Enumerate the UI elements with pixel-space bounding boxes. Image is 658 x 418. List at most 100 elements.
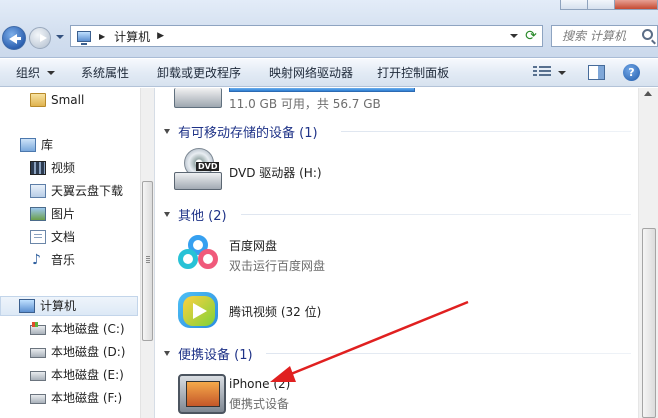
address-field[interactable]: ▶ 计算机 ▶ ⟳: [70, 25, 543, 47]
close-button[interactable]: [614, 0, 658, 10]
drive-icon: [30, 394, 46, 404]
uninstall-program-button[interactable]: 卸载或更改程序: [149, 59, 249, 87]
collapse-icon: [164, 129, 170, 134]
group-header-portable[interactable]: 便携设备 (1): [164, 344, 253, 363]
music-icon: [30, 250, 46, 270]
dvd-drive-icon[interactable]: DVD: [174, 148, 222, 192]
scroll-up-icon[interactable]: [644, 91, 652, 96]
nav-label: 本地磁盘 (E:): [51, 368, 124, 382]
group-title: 便携设备 (1): [178, 348, 253, 363]
nav-label: 天翼云盘下载: [51, 184, 124, 198]
content-scroll-thumb[interactable]: [642, 228, 656, 418]
help-icon[interactable]: ?: [623, 64, 640, 81]
logo-ring: [198, 249, 218, 269]
portable-device-icon[interactable]: [178, 374, 226, 414]
nav-label: 库: [41, 138, 54, 152]
play-icon: [193, 303, 207, 319]
minimize-button[interactable]: [560, 0, 588, 10]
nav-item-videos[interactable]: 视频: [30, 158, 75, 178]
nav-item-pictures[interactable]: 图片: [30, 204, 75, 224]
navigation-pane: Small 库 视频 天翼云盘下载 图片 文档 音乐 计算机 本地磁盘 (C:)…: [0, 88, 155, 418]
window-controls: [560, 0, 658, 10]
open-control-panel-button[interactable]: 打开控制面板: [369, 59, 457, 87]
computer-icon: [19, 299, 35, 313]
map-network-drive-button[interactable]: 映射网络驱动器: [261, 59, 361, 87]
breadcrumb-computer[interactable]: 计算机: [114, 28, 150, 45]
nav-label: 文档: [51, 230, 76, 244]
organize-button[interactable]: 组织: [0, 59, 63, 87]
iphone-device-type: 便携式设备: [229, 397, 290, 411]
nav-item-drive-f[interactable]: 本地磁盘 (F:): [30, 388, 122, 408]
nav-label: 计算机: [40, 299, 77, 313]
group-header-other[interactable]: 其他 (2): [164, 205, 227, 224]
group-divider: [341, 131, 631, 132]
content-scrollbar[interactable]: [638, 88, 658, 418]
nav-item-documents[interactable]: 文档: [30, 227, 75, 247]
refresh-icon[interactable]: ⟳: [523, 28, 539, 44]
nav-label: 音乐: [51, 253, 76, 267]
drive-icon: [30, 348, 46, 358]
nav-item-drive-d[interactable]: 本地磁盘 (D:): [30, 342, 125, 362]
baidu-netdisk-description: 双击运行百度网盘: [229, 259, 326, 273]
navigation-scroll-thumb[interactable]: [142, 181, 153, 341]
group-divider: [241, 214, 631, 215]
download-folder-icon: [30, 184, 46, 198]
nav-label: 本地磁盘 (F:): [51, 391, 123, 405]
logo-ring: [178, 249, 198, 269]
collapse-icon: [164, 351, 170, 356]
tencent-video-icon[interactable]: [178, 290, 218, 330]
iphone-device-name[interactable]: iPhone (2): [229, 377, 290, 391]
hard-drive-icon[interactable]: [174, 88, 222, 108]
folder-icon: [30, 93, 46, 107]
baidu-netdisk-name[interactable]: 百度网盘: [229, 237, 277, 254]
drive-icon: [30, 371, 46, 381]
address-bar-area: ▶ 计算机 ▶ ⟳ 搜索 计算机: [0, 0, 658, 58]
search-input[interactable]: 搜索 计算机: [551, 25, 658, 47]
nav-label: Small: [51, 93, 85, 107]
search-icon[interactable]: [642, 29, 653, 40]
nav-item-drive-e[interactable]: 本地磁盘 (E:): [30, 365, 124, 385]
nav-item-tianyi-download[interactable]: 天翼云盘下载: [30, 181, 123, 201]
maximize-button[interactable]: [587, 0, 615, 10]
library-icon: [20, 138, 36, 152]
organize-label: 组织: [16, 65, 41, 80]
forward-button[interactable]: [29, 27, 51, 49]
dvd-logo: DVD: [196, 162, 220, 171]
nav-label: 视频: [51, 161, 76, 175]
baidu-netdisk-icon[interactable]: [178, 233, 218, 273]
dvd-tray-icon: [174, 172, 222, 190]
collapse-icon: [164, 212, 170, 217]
dvd-drive-name[interactable]: DVD 驱动器 (H:): [229, 164, 322, 181]
content-pane: 11.0 GB 可用，共 56.7 GB 有可移动存储的设备 (1) DVD D…: [156, 88, 638, 418]
search-placeholder: 搜索 计算机: [562, 29, 626, 43]
computer-icon: [77, 30, 91, 45]
nav-item-small[interactable]: Small: [30, 90, 84, 110]
preview-pane-icon[interactable]: [588, 65, 605, 80]
chevron-down-icon: [47, 71, 56, 75]
nav-label: 图片: [51, 207, 76, 221]
nav-item-libraries[interactable]: 库: [20, 135, 53, 155]
change-view-icon[interactable]: [533, 64, 551, 81]
group-title: 有可移动存储的设备 (1): [178, 126, 318, 141]
system-properties-button[interactable]: 系统属性: [73, 59, 137, 87]
nav-label: 本地磁盘 (D:): [51, 345, 126, 359]
nav-item-music[interactable]: 音乐: [30, 250, 75, 270]
group-header-removable[interactable]: 有可移动存储的设备 (1): [164, 122, 318, 141]
chevron-right-icon[interactable]: ▶: [99, 32, 105, 41]
chevron-right-icon[interactable]: ▶: [157, 31, 164, 41]
address-dropdown-icon[interactable]: [510, 34, 518, 38]
nav-item-computer[interactable]: 计算机: [0, 296, 138, 316]
video-icon: [30, 161, 46, 175]
back-button[interactable]: [2, 26, 26, 50]
picture-icon: [30, 207, 46, 221]
group-divider: [266, 353, 631, 354]
tencent-video-name[interactable]: 腾讯视频 (32 位): [229, 303, 321, 320]
drive-free-space: 11.0 GB 可用，共 56.7 GB: [229, 97, 381, 111]
nav-item-drive-c[interactable]: 本地磁盘 (C:): [30, 319, 125, 339]
recent-pages-dropdown-icon[interactable]: [56, 35, 64, 39]
navigation-scrollbar[interactable]: [140, 88, 154, 418]
group-title: 其他 (2): [178, 209, 227, 224]
command-bar: 组织 系统属性 卸载或更改程序 映射网络驱动器 打开控制面板 ?: [0, 59, 658, 87]
drive-usage-bar: [229, 88, 415, 92]
view-options-dropdown-icon[interactable]: [558, 71, 566, 75]
